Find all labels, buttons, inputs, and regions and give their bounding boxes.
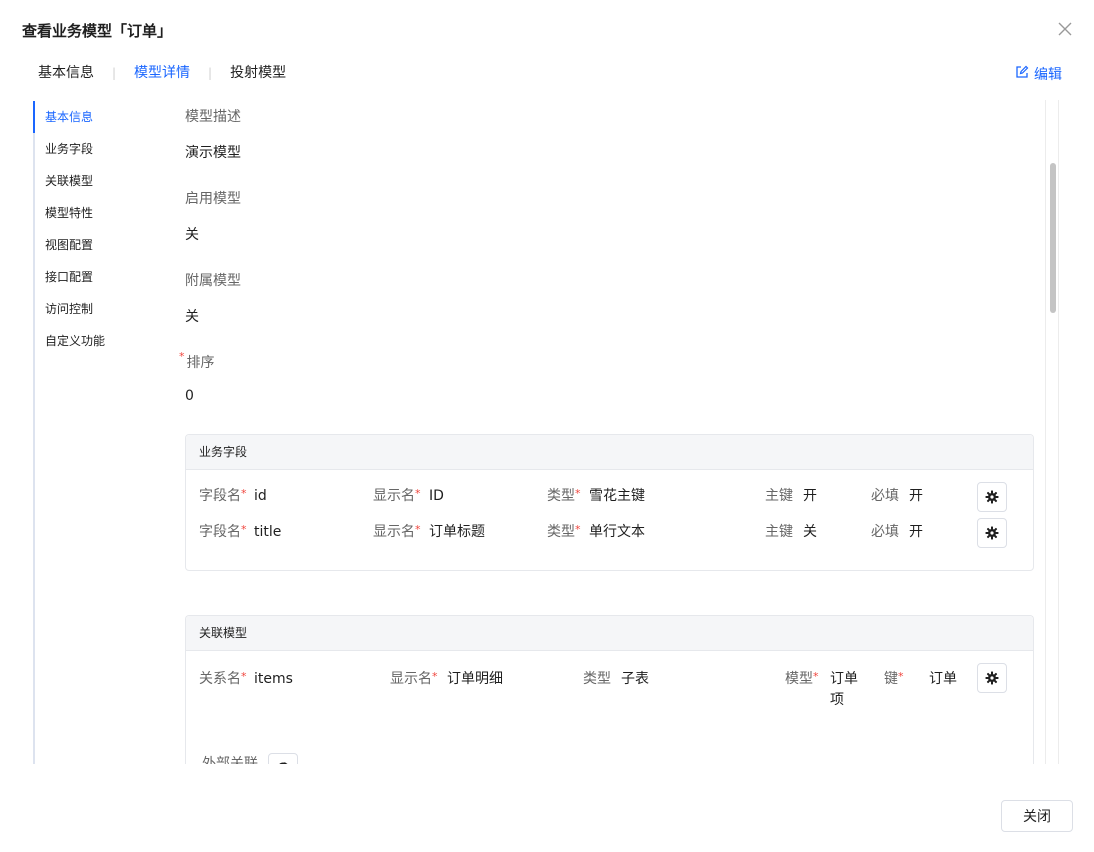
scrollbar-thumb[interactable] bbox=[1050, 163, 1056, 313]
anchor-custom-functions[interactable]: 自定义功能 bbox=[35, 325, 165, 357]
refresh-button[interactable] bbox=[268, 753, 298, 764]
related-models-card: 关联模型 关系名* items 显示名* 订单明细 类型 子表 模型* 订单项 … bbox=[185, 615, 1034, 764]
relation-name-label: 关系名* bbox=[199, 670, 247, 687]
display-name-value: ID bbox=[429, 488, 444, 504]
table-row: 字段名* id 显示名* ID 类型* 雪花主键 主键 开 必填 开 bbox=[186, 480, 1033, 516]
content-scroll-area: 模型描述 演示模型 启用模型 关 附属模型 关 * 排序 0 业务字段 字段名* … bbox=[163, 100, 1045, 764]
close-button[interactable]: 关闭 bbox=[1001, 800, 1073, 832]
field-name-value: title bbox=[254, 524, 282, 540]
primary-key-label: 主键 bbox=[765, 524, 793, 540]
field-value: 0 bbox=[185, 388, 194, 404]
type-value: 单行文本 bbox=[589, 524, 645, 540]
anchor-basic-info[interactable]: 基本信息 bbox=[33, 101, 165, 133]
field-label: 排序 bbox=[186, 355, 215, 371]
display-name-value: 订单明细 bbox=[447, 671, 503, 687]
type-label: 类型 bbox=[583, 671, 611, 687]
field-label: 模型描述 bbox=[185, 109, 241, 125]
required-mark: * bbox=[179, 350, 185, 363]
table-row: 关系名* items 显示名* 订单明细 类型 子表 模型* 订单项 键* 订单 bbox=[186, 663, 1033, 723]
scrollbar[interactable] bbox=[1045, 100, 1059, 764]
required-value: 开 bbox=[909, 488, 923, 504]
type-label: 类型* bbox=[547, 487, 581, 504]
model-label: 模型* bbox=[785, 670, 819, 687]
field-value: 演示模型 bbox=[185, 145, 241, 161]
primary-key-label: 主键 bbox=[765, 488, 793, 504]
field-enabled: 启用模型 关 bbox=[185, 188, 241, 244]
anchor-view-config[interactable]: 视图配置 bbox=[35, 229, 165, 261]
field-label: 附属模型 bbox=[185, 273, 241, 289]
edit-label: 编辑 bbox=[1034, 67, 1062, 83]
required-label: 必填 bbox=[871, 524, 899, 540]
tab-basic-info[interactable]: 基本信息 bbox=[38, 62, 94, 84]
field-value: 关 bbox=[185, 227, 199, 243]
tab-model-details[interactable]: 模型详情 bbox=[134, 62, 190, 84]
tab-projection-model[interactable]: 投射模型 bbox=[230, 62, 286, 84]
gear-icon bbox=[985, 490, 999, 504]
gear-icon bbox=[985, 526, 999, 540]
anchor-business-fields[interactable]: 业务字段 bbox=[35, 133, 165, 165]
required-value: 开 bbox=[909, 524, 923, 540]
field-value: 关 bbox=[185, 309, 199, 325]
field-name-label: 字段名* bbox=[199, 487, 247, 504]
key-label: 键* bbox=[884, 670, 904, 687]
edit-icon bbox=[1015, 65, 1029, 83]
close-icon[interactable] bbox=[1056, 20, 1074, 38]
display-name-label: 显示名* bbox=[390, 670, 438, 687]
field-name-value: id bbox=[254, 488, 267, 504]
relation-name-value: items bbox=[254, 671, 293, 687]
table-row: 字段名* title 显示名* 订单标题 类型* 单行文本 主键 关 必填 开 bbox=[186, 516, 1033, 552]
anchor-access-control[interactable]: 访问控制 bbox=[35, 293, 165, 325]
tab-bar: 基本信息 | 模型详情 | 投射模型 bbox=[38, 62, 286, 84]
card-title: 关联模型 bbox=[186, 616, 1033, 651]
model-value: 订单项 bbox=[830, 671, 858, 708]
anchor-model-features[interactable]: 模型特性 bbox=[35, 197, 165, 229]
required-label: 必填 bbox=[871, 488, 899, 504]
anchor-related-models[interactable]: 关联模型 bbox=[35, 165, 165, 197]
key-value: 订单 bbox=[929, 671, 957, 687]
card-title: 业务字段 bbox=[186, 435, 1033, 470]
field-sort: * 排序 0 bbox=[179, 350, 215, 404]
tab-separator: | bbox=[208, 66, 213, 80]
display-name-label: 显示名* bbox=[373, 487, 421, 504]
type-value: 雪花主键 bbox=[589, 488, 645, 504]
type-label: 类型* bbox=[547, 523, 581, 540]
gear-icon bbox=[985, 671, 999, 685]
refresh-icon bbox=[279, 762, 288, 764]
display-name-value: 订单标题 bbox=[429, 524, 485, 540]
external-relation-label: 外部关联 bbox=[202, 756, 258, 764]
edit-button[interactable]: 编辑 bbox=[1015, 64, 1062, 84]
relation-settings-button[interactable] bbox=[977, 663, 1007, 693]
primary-key-value: 关 bbox=[803, 524, 817, 540]
business-fields-card: 业务字段 字段名* id 显示名* ID 类型* 雪花主键 主键 开 必填 开 … bbox=[185, 434, 1034, 571]
field-settings-button[interactable] bbox=[977, 518, 1007, 548]
display-name-label: 显示名* bbox=[373, 523, 421, 540]
dialog-title: 查看业务模型「订单」 bbox=[22, 22, 173, 40]
field-description: 模型描述 演示模型 bbox=[185, 106, 241, 162]
anchor-api-config[interactable]: 接口配置 bbox=[35, 261, 165, 293]
primary-key-value: 开 bbox=[803, 488, 817, 504]
field-label: 启用模型 bbox=[185, 191, 241, 207]
type-value: 子表 bbox=[621, 671, 649, 687]
field-settings-button[interactable] bbox=[977, 482, 1007, 512]
field-attached: 附属模型 关 bbox=[185, 270, 241, 326]
field-name-label: 字段名* bbox=[199, 523, 247, 540]
tab-separator: | bbox=[112, 66, 117, 80]
anchor-nav: 基本信息 业务字段 关联模型 模型特性 视图配置 接口配置 访问控制 自定义功能 bbox=[33, 101, 165, 764]
